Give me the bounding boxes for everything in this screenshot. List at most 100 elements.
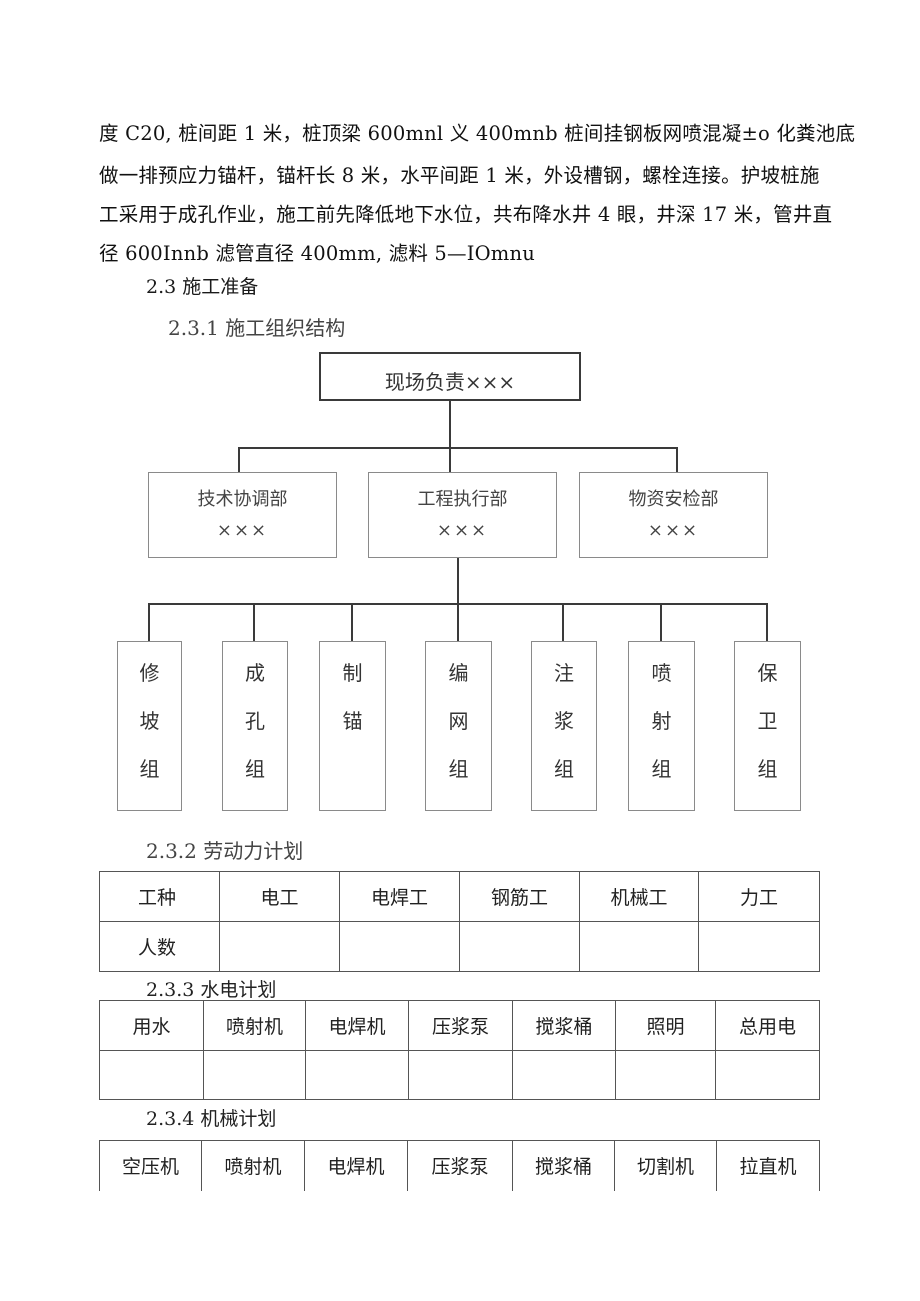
paragraph-line: 工采用于成孔作业，施工前先降低地下水位，共布降水井 4 眼，井深 17 米，管井… [99, 203, 833, 226]
org-node-group: 修坡组 [117, 641, 182, 811]
group-char: 组 [139, 757, 160, 781]
group-char: 浆 [554, 709, 574, 733]
connector-line [660, 603, 662, 641]
table-cell: 人数 [99, 921, 220, 972]
org-node-site-manager: 现场负责××× [319, 352, 581, 401]
table-cell: 空压机 [99, 1140, 202, 1191]
org-node-group: 注浆组 [531, 641, 597, 811]
org-node-group: 制锚 [319, 641, 386, 811]
table-cell-input[interactable] [579, 921, 699, 972]
department-name: 技术协调部 [197, 489, 288, 510]
table-cell-input[interactable] [339, 921, 460, 972]
table-header-row: 空压机 喷射机 电焊机 压浆泵 搅浆桶 切割机 拉直机 [99, 1140, 820, 1191]
group-char: 坡 [139, 709, 160, 733]
paragraph-line: 径 600Innb 滤管直径 400mm, 滤料 5—IOmnu [99, 242, 536, 265]
group-char: 锚 [342, 709, 363, 733]
department-name: 物资安检部 [628, 489, 719, 510]
table-cell: 机械工 [579, 871, 699, 922]
table-cell-input[interactable] [203, 1050, 306, 1100]
connector-line [457, 603, 459, 641]
table-cell-input[interactable] [459, 921, 580, 972]
group-char: 成 [245, 661, 265, 685]
table-cell: 用水 [99, 1000, 204, 1051]
department-person: ××× [216, 520, 269, 541]
paragraph-line: 做一排预应力锚杆，锚杆长 8 米，水平间距 1 米，外设槽钢，螺栓连接。护坡桩施 [99, 164, 820, 187]
table-cell: 电焊工 [339, 871, 460, 922]
table-header-row: 工种 电工 电焊工 钢筋工 机械工 力工 [99, 871, 820, 922]
department-person: ××× [647, 520, 700, 541]
section-heading-2-3-1: 2.3.1 施工组织结构 [168, 316, 346, 340]
table-cell-input[interactable] [408, 1050, 513, 1100]
connector-line [238, 447, 678, 449]
connector-line [562, 603, 564, 641]
group-char: 网 [448, 709, 469, 733]
table-cell-input[interactable] [698, 921, 820, 972]
table-cell: 拉直机 [716, 1140, 820, 1191]
connector-line [351, 603, 353, 641]
department-name: 工程执行部 [417, 489, 508, 510]
connector-line [238, 447, 240, 472]
org-node-group: 喷射组 [628, 641, 695, 811]
connector-line [148, 603, 150, 641]
table-cell: 搅浆桶 [512, 1140, 615, 1191]
group-char: 编 [448, 661, 469, 685]
connector-line [449, 447, 451, 472]
utility-plan-table: 用水 喷射机 电焊机 压浆泵 搅浆桶 照明 总用电 [99, 1000, 820, 1100]
table-cell: 力工 [698, 871, 820, 922]
table-cell: 切割机 [614, 1140, 717, 1191]
machine-plan-table: 空压机 喷射机 电焊机 压浆泵 搅浆桶 切割机 拉直机 [99, 1140, 820, 1191]
org-node-group: 编网组 [425, 641, 492, 811]
table-cell: 喷射机 [201, 1140, 305, 1191]
table-cell: 电焊机 [304, 1140, 408, 1191]
connector-line [676, 447, 678, 472]
group-char: 组 [757, 757, 778, 781]
org-node-group: 成孔组 [222, 641, 288, 811]
table-cell-input[interactable] [512, 1050, 616, 1100]
table-cell: 工种 [99, 871, 220, 922]
connector-line [253, 603, 255, 641]
table-header-row: 用水 喷射机 电焊机 压浆泵 搅浆桶 照明 总用电 [99, 1000, 820, 1051]
section-heading-2-3: 2.3 施工准备 [146, 276, 259, 298]
department-person: ××× [436, 520, 489, 541]
connector-line [766, 603, 768, 641]
group-char: 喷 [651, 661, 672, 685]
org-node-label: 现场负责××× [384, 370, 516, 394]
table-cell: 电焊机 [305, 1000, 409, 1051]
section-heading-2-3-2: 2.3.2 劳动力计划 [146, 839, 304, 863]
table-cell: 喷射机 [203, 1000, 306, 1051]
group-char: 射 [651, 709, 672, 733]
section-heading-2-3-4: 2.3.4 机械计划 [146, 1108, 277, 1130]
section-heading-2-3-3: 2.3.3 水电计划 [146, 979, 277, 1001]
table-cell-input[interactable] [99, 1050, 204, 1100]
group-char: 组 [554, 757, 574, 781]
group-char: 卫 [757, 709, 778, 733]
connector-line [449, 400, 451, 448]
connector-line [457, 557, 459, 604]
org-node-group: 保卫组 [734, 641, 801, 811]
table-cell-input[interactable] [219, 921, 340, 972]
table-row [99, 1050, 820, 1100]
org-node-department: 工程执行部 ××× [368, 472, 557, 558]
paragraph-line: 度 C20, 桩间距 1 米，桩顶梁 600mnl 义 400mnb 桩间挂钢板… [99, 122, 856, 145]
table-cell: 压浆泵 [408, 1000, 513, 1051]
labor-plan-table: 工种 电工 电焊工 钢筋工 机械工 力工 人数 [99, 871, 820, 972]
group-char: 保 [757, 661, 778, 685]
table-cell-input[interactable] [615, 1050, 716, 1100]
table-cell-input[interactable] [715, 1050, 820, 1100]
org-node-department: 物资安检部 ××× [579, 472, 768, 558]
group-char: 孔 [245, 709, 265, 733]
group-char: 注 [554, 661, 574, 685]
table-row: 人数 [99, 921, 820, 972]
table-cell-input[interactable] [305, 1050, 409, 1100]
table-cell: 压浆泵 [407, 1140, 513, 1191]
table-cell: 搅浆桶 [512, 1000, 616, 1051]
table-cell: 钢筋工 [459, 871, 580, 922]
group-char: 修 [139, 661, 160, 685]
table-cell: 电工 [219, 871, 340, 922]
org-node-department: 技术协调部 ××× [148, 472, 337, 558]
group-char: 制 [342, 661, 363, 685]
group-char: 组 [245, 757, 265, 781]
group-char: 组 [651, 757, 672, 781]
table-cell: 照明 [615, 1000, 716, 1051]
group-char: 组 [448, 757, 469, 781]
